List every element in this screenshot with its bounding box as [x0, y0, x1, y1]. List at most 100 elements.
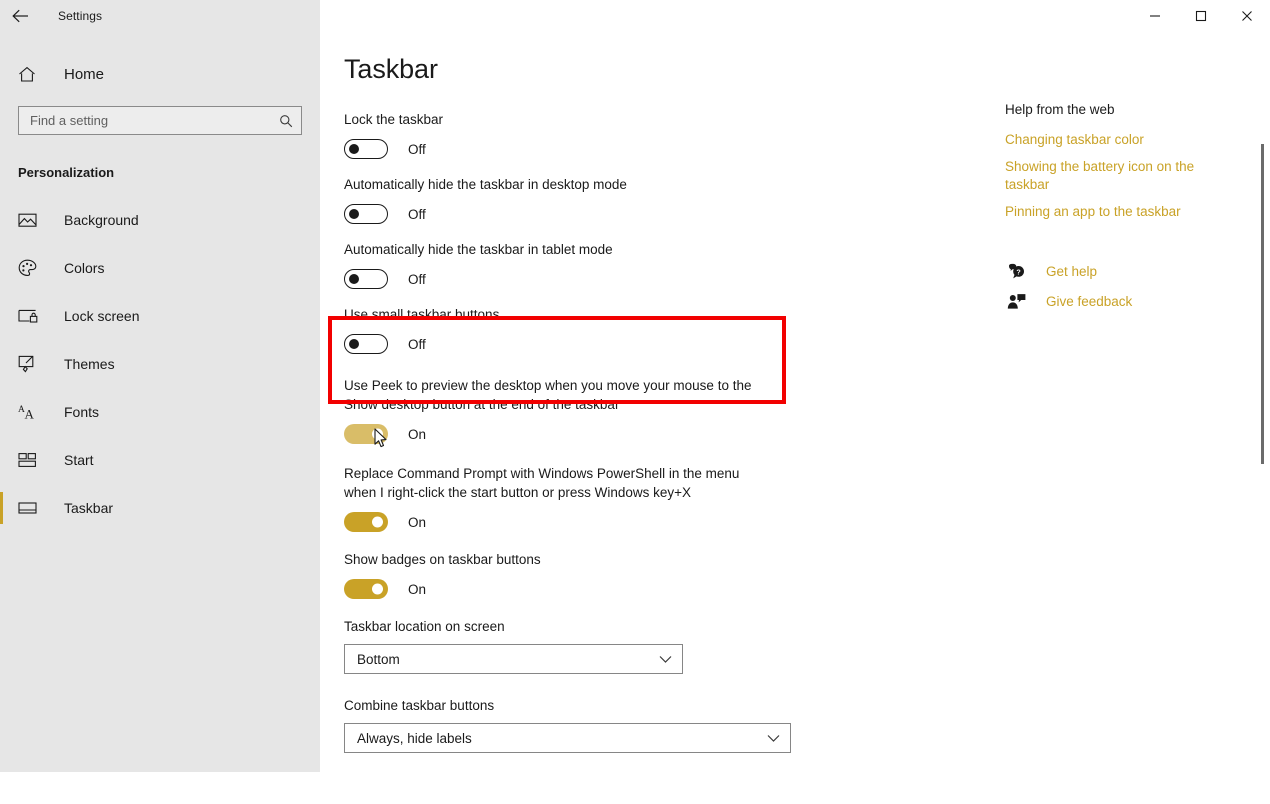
close-button[interactable]: [1224, 0, 1270, 32]
toggle-autohide-tablet-mode[interactable]: [344, 269, 388, 289]
toggle-state-label: On: [408, 426, 427, 442]
help-actions: ? Get help Give feedback: [1005, 263, 1235, 310]
paintbrush-icon: [18, 355, 40, 373]
setting-replace-command-prompt: Replace Command Prompt with Windows Powe…: [344, 464, 984, 532]
toggle-knob: [349, 144, 359, 154]
lock-screen-icon: [18, 308, 40, 324]
setting-label: Lock the taskbar: [344, 112, 444, 127]
sidebar-item-label: Background: [64, 212, 139, 228]
sidebar-item-label: Colors: [64, 260, 105, 276]
page-title: Taskbar: [344, 54, 438, 84]
svg-text:A: A: [25, 407, 35, 422]
toggle-knob: [372, 428, 383, 440]
sidebar-item-label: Themes: [64, 356, 115, 372]
field-combine-taskbar-buttons: Combine taskbar buttons Always, hide lab…: [344, 698, 984, 753]
toggle-row: Off: [344, 139, 984, 159]
help-link[interactable]: Showing the battery icon on the taskbar: [1005, 158, 1210, 194]
close-icon: [1241, 10, 1253, 22]
toggle-row: Off: [344, 269, 984, 289]
dropdown-taskbar-location[interactable]: Bottom: [344, 644, 683, 674]
field-label: Taskbar location on screen: [344, 619, 505, 634]
setting-label: Replace Command Prompt with Windows Powe…: [344, 466, 740, 500]
svg-text:?: ?: [1016, 267, 1020, 276]
toggle-use-peek[interactable]: [344, 424, 388, 444]
give-feedback-label: Give feedback: [1046, 294, 1133, 309]
selection-accent-bar: [0, 492, 3, 524]
setting-label: Show badges on taskbar buttons: [344, 552, 541, 567]
dropdown-combine-taskbar-buttons[interactable]: Always, hide labels: [344, 723, 791, 753]
start-tiles-icon: [18, 452, 40, 468]
sidebar-item-taskbar[interactable]: Taskbar: [0, 484, 320, 532]
toggle-row: On: [344, 424, 984, 444]
help-link[interactable]: Pinning an app to the taskbar: [1005, 203, 1210, 221]
toggle-show-badges[interactable]: [344, 579, 388, 599]
sidebar-item-start[interactable]: Start: [0, 436, 320, 484]
toggle-knob: [349, 209, 359, 219]
sidebar: Home Personalization Background: [0, 32, 320, 772]
help-panel-title: Help from the web: [1005, 102, 1115, 117]
search-icon: [279, 114, 293, 128]
maximize-icon: [1195, 10, 1207, 22]
chevron-down-icon: [767, 734, 780, 743]
picture-icon: [18, 212, 40, 228]
toggle-row: On: [344, 579, 984, 599]
toggle-row: Off: [344, 334, 984, 354]
toggle-state-label: Off: [408, 141, 426, 157]
field-label: Combine taskbar buttons: [344, 698, 495, 713]
dropdown-value: Bottom: [357, 651, 400, 667]
back-button[interactable]: [0, 0, 42, 32]
setting-autohide-tablet-mode: Automatically hide the taskbar in tablet…: [344, 240, 984, 289]
setting-label: Use small taskbar buttons: [344, 307, 500, 322]
sidebar-item-home[interactable]: Home: [0, 59, 320, 89]
home-label: Home: [64, 65, 105, 83]
sidebar-item-lock-screen[interactable]: Lock screen: [0, 292, 320, 340]
search-box[interactable]: [18, 106, 302, 135]
chevron-down-icon: [659, 655, 672, 664]
setting-use-peek: Use Peek to preview the desktop when you…: [344, 376, 984, 444]
scrollbar-track[interactable]: [1256, 64, 1270, 804]
minimize-button[interactable]: [1132, 0, 1178, 32]
setting-small-taskbar-buttons: Use small taskbar buttons Off: [344, 305, 984, 354]
toggle-state-label: On: [408, 581, 427, 597]
app-title: Settings: [58, 9, 103, 23]
toggle-knob: [372, 516, 383, 528]
dropdown-value: Always, hide labels: [357, 730, 472, 746]
taskbar-icon: [18, 501, 40, 515]
title-bar: Settings: [0, 0, 1270, 32]
toggle-state-label: Off: [408, 206, 426, 222]
give-feedback-icon: [1005, 293, 1027, 310]
sidebar-item-background[interactable]: Background: [0, 196, 320, 244]
give-feedback-action[interactable]: Give feedback: [1005, 293, 1235, 310]
toggle-knob: [349, 274, 359, 284]
toggle-row: Off: [344, 204, 984, 224]
scrollbar-thumb[interactable]: [1261, 144, 1264, 464]
sidebar-item-themes[interactable]: Themes: [0, 340, 320, 388]
toggle-knob: [349, 339, 359, 349]
help-link[interactable]: Changing taskbar color: [1005, 131, 1210, 149]
toggle-replace-command-prompt[interactable]: [344, 512, 388, 532]
toggle-knob: [372, 583, 383, 595]
sidebar-item-label: Fonts: [64, 404, 100, 420]
settings-list: Lock the taskbar Off Automatically hide …: [344, 110, 984, 753]
minimize-icon: [1149, 10, 1161, 22]
toggle-state-label: Off: [408, 336, 426, 352]
toggle-small-taskbar-buttons[interactable]: [344, 334, 388, 354]
fonts-icon: A A: [18, 403, 40, 421]
window-controls: [1132, 0, 1270, 32]
title-bar-right: [320, 0, 1270, 32]
maximize-button[interactable]: [1178, 0, 1224, 32]
sidebar-item-label: Start: [64, 452, 94, 468]
get-help-action[interactable]: ? Get help: [1005, 263, 1235, 280]
toggle-lock-the-taskbar[interactable]: [344, 139, 388, 159]
toggle-autohide-desktop-mode[interactable]: [344, 204, 388, 224]
toggle-state-label: Off: [408, 271, 426, 287]
sidebar-item-fonts[interactable]: A A Fonts: [0, 388, 320, 436]
sidebar-item-label: Lock screen: [64, 308, 140, 324]
help-panel: Help from the web Changing taskbar color…: [1005, 102, 1235, 323]
search-input[interactable]: [19, 107, 301, 134]
field-taskbar-location: Taskbar location on screen Bottom: [344, 619, 984, 674]
setting-label: Automatically hide the taskbar in deskto…: [344, 177, 627, 192]
get-help-label: Get help: [1046, 264, 1098, 279]
sidebar-item-colors[interactable]: Colors: [0, 244, 320, 292]
palette-icon: [18, 259, 40, 277]
